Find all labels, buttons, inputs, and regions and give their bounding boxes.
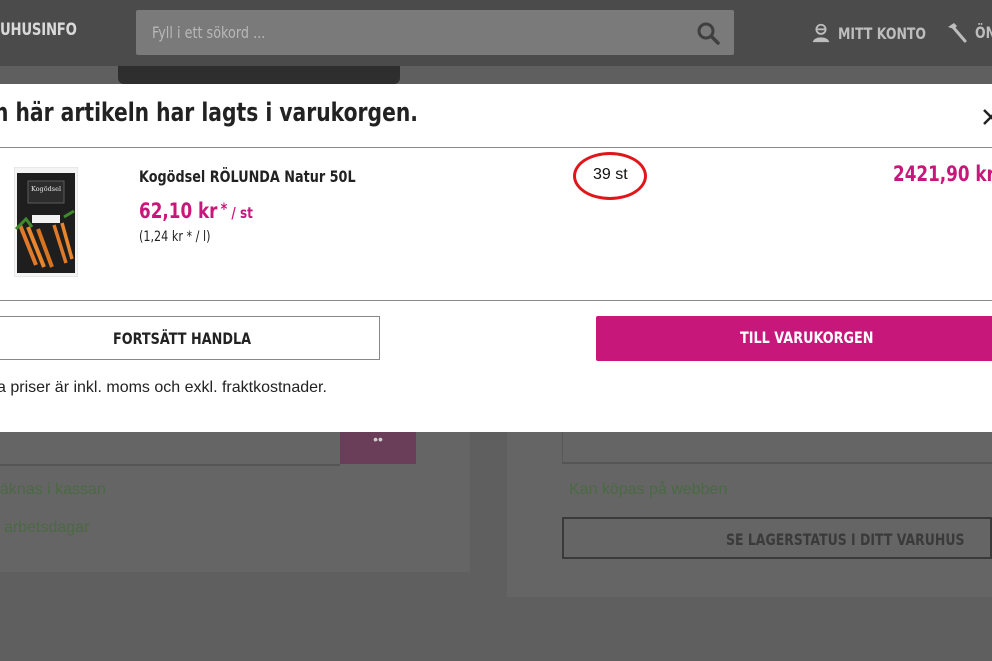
divider [0,147,992,148]
product-image-label: Kogödsel [31,185,61,193]
user-icon [812,23,830,43]
search-input[interactable]: Fyll i ett sökord ... [152,23,265,42]
background-stock-status-button[interactable]: SE LAGERSTATUS I DITT VARUHUS [562,517,992,559]
brand-link[interactable]: UHUSINFO [0,20,77,40]
continue-shopping-button[interactable]: FORTSÄTT HANDLA [0,316,380,360]
background-product-image [118,66,400,84]
product-total: 2421,90 kr * [893,162,992,186]
product-quantity: 39 st [593,166,628,183]
background-add-button[interactable]: •• [340,432,416,464]
product-price-asterisk: * [220,199,228,218]
wishlist-link[interactable]: ÖN [945,20,992,44]
product-price-unit: / st [231,204,253,222]
background-quantity-input[interactable] [0,432,340,466]
search-icon[interactable] [696,21,720,45]
background-delivery-text: arbetsdagar [4,519,90,536]
divider [0,300,992,301]
added-to-cart-modal: n här artikeln har lagts i varukorgen. K… [0,84,992,432]
hammer-icon [948,23,967,43]
background-web-availability: Kan köpas på webben [569,481,728,498]
close-icon[interactable] [980,104,992,128]
product-image[interactable]: Kogödsel [14,167,78,277]
background-store-input[interactable] [562,432,992,464]
background-stock-status-label: SE LAGERSTATUS I DITT VARUHUS [726,530,965,549]
account-label: MITT KONTO [838,23,927,43]
product-price-amount: 62,10 kr [139,199,218,223]
search-bar[interactable]: Fyll i ett sökord ... [136,10,734,55]
account-link[interactable]: MITT KONTO [810,20,951,46]
background-shipping-text: äknas i kassan [0,481,106,498]
product-name[interactable]: Kogödsel RÖLUNDA Natur 50L [139,167,356,186]
modal-title: n här artikeln har lagts i varukorgen. [0,98,418,128]
go-to-cart-label: TILL VARUKORGEN [740,328,874,347]
product-unit-price: (1,24 kr * / l) [139,229,211,245]
wishlist-label: ÖN [975,22,992,42]
site-header: UHUSINFO Fyll i ett sökord ... MITT KONT… [0,0,992,66]
background-add-button-glyph: •• [373,431,383,447]
product-price: 62,10 kr * / st [139,199,253,223]
go-to-cart-button[interactable]: TILL VARUKORGEN [596,316,992,361]
price-note: a priser är inkl. moms och exkl. fraktko… [0,379,327,396]
continue-shopping-label: FORTSÄTT HANDLA [113,329,251,348]
